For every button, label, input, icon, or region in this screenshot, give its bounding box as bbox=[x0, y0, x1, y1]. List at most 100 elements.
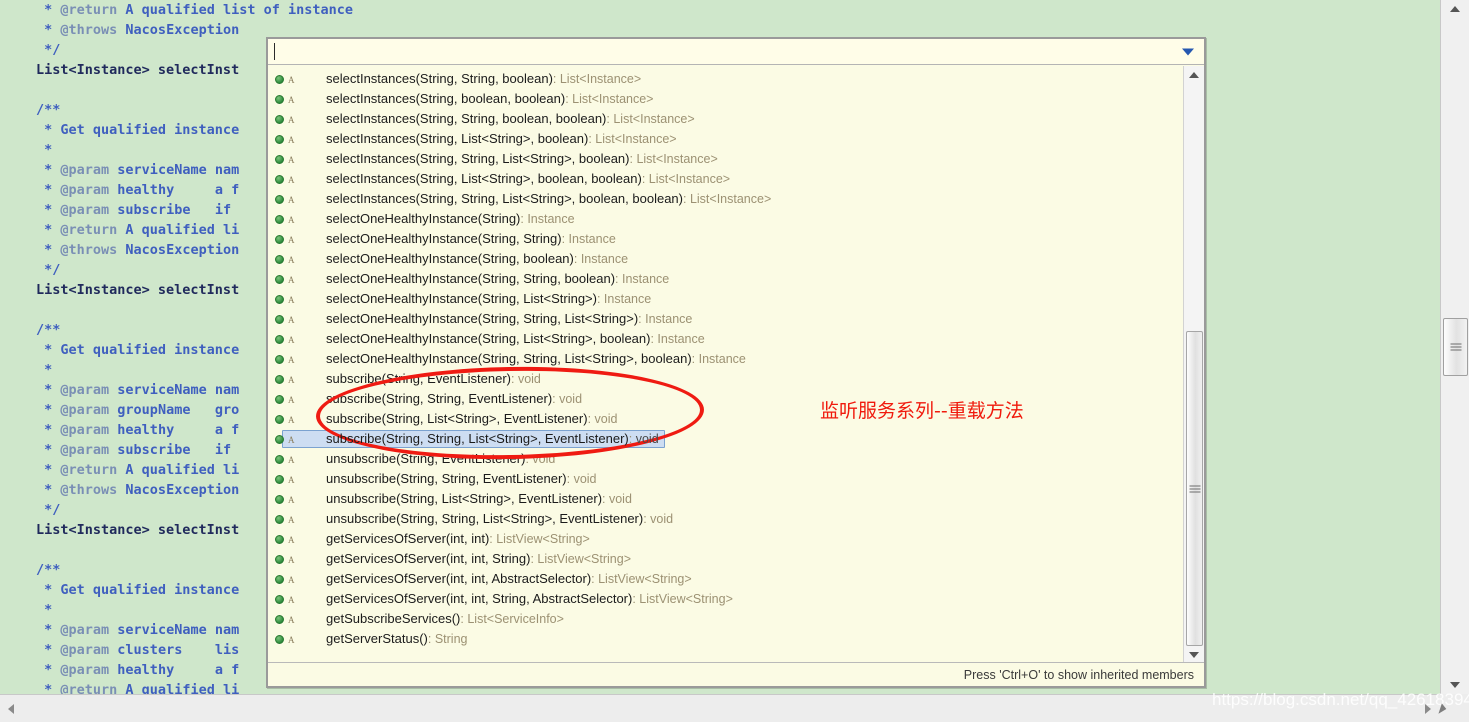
code-token: clusters lis bbox=[109, 642, 240, 658]
completion-item[interactable]: AselectInstances(String, List<String>, b… bbox=[268, 169, 1183, 189]
completion-item[interactable]: Asubscribe(String, EventListener)void bbox=[268, 369, 1183, 389]
completion-return-type: void bbox=[552, 389, 582, 409]
method-green-dot-icon bbox=[275, 335, 284, 344]
completion-item[interactable]: AgetServicesOfServer(int, int, AbstractS… bbox=[268, 569, 1183, 589]
completion-signature: selectInstances(String, List<String>, bo… bbox=[326, 131, 589, 146]
code-token: @param bbox=[60, 422, 110, 438]
completion-signature: unsubscribe(String, String, List<String>… bbox=[326, 511, 644, 526]
scroll-right-arrow-icon[interactable] bbox=[1417, 695, 1439, 722]
abstract-marker-icon: A bbox=[288, 615, 295, 625]
completion-vertical-scrollbar[interactable] bbox=[1183, 66, 1204, 663]
editor-vertical-scrollbar[interactable] bbox=[1440, 0, 1469, 694]
completion-signature: selectInstances(String, String, boolean,… bbox=[326, 111, 607, 126]
completion-item[interactable]: AselectInstances(String, List<String>, b… bbox=[268, 129, 1183, 149]
completion-item[interactable]: AselectOneHealthyInstance(String, String… bbox=[268, 229, 1183, 249]
completion-signature: getServerStatus() bbox=[326, 631, 428, 646]
abstract-marker-icon: A bbox=[288, 335, 295, 345]
completion-signature: selectInstances(String, boolean, boolean… bbox=[326, 91, 566, 106]
code-token: subscribe if bbox=[109, 442, 232, 458]
completion-return-type: Instance bbox=[562, 229, 616, 249]
completion-item[interactable]: Asubscribe(String, List<String>, EventLi… bbox=[268, 409, 1183, 429]
code-token: * bbox=[36, 22, 61, 38]
scroll-left-arrow-icon[interactable] bbox=[0, 695, 22, 722]
scroll-up-arrow-icon[interactable] bbox=[1441, 0, 1469, 18]
completion-signature: getSubscribeServices() bbox=[326, 611, 461, 626]
completion-item[interactable]: Aunsubscribe(String, String, List<String… bbox=[268, 509, 1183, 529]
chevron-down-icon[interactable] bbox=[1182, 48, 1194, 55]
code-token: @return bbox=[60, 2, 118, 18]
completion-item[interactable]: AselectInstances(String, String, boolean… bbox=[268, 69, 1183, 89]
scroll-down-arrow-icon[interactable] bbox=[1441, 676, 1469, 694]
completion-item[interactable]: AselectOneHealthyInstance(String, boolea… bbox=[268, 249, 1183, 269]
completion-item[interactable]: AselectOneHealthyInstance(String, List<S… bbox=[268, 329, 1183, 349]
abstract-marker-icon: A bbox=[288, 355, 295, 365]
abstract-marker-icon: A bbox=[288, 275, 295, 285]
completion-filter-row[interactable] bbox=[268, 39, 1204, 65]
code-token: List<Instance> selectInst bbox=[36, 282, 240, 298]
abstract-marker-icon: A bbox=[288, 215, 295, 225]
completion-signature: selectOneHealthyInstance(String, List<St… bbox=[326, 331, 651, 346]
completion-return-type: Instance bbox=[692, 349, 746, 369]
abstract-marker-icon: A bbox=[288, 95, 295, 105]
completion-item[interactable]: AgetSubscribeServices()List<ServiceInfo> bbox=[268, 609, 1183, 629]
completion-scroll-thumb[interactable] bbox=[1186, 331, 1203, 646]
method-green-dot-icon bbox=[275, 395, 284, 404]
completion-signature: getServicesOfServer(int, int, String) bbox=[326, 551, 531, 566]
screen-root: * @return A qualified list of instance *… bbox=[0, 0, 1469, 722]
completion-item[interactable]: AselectInstances(String, String, List<St… bbox=[268, 189, 1183, 209]
completion-item[interactable]: AgetServicesOfServer(int, int, String, A… bbox=[268, 589, 1183, 609]
code-token: @param bbox=[60, 402, 110, 418]
completion-item[interactable]: Aunsubscribe(String, EventListener)void bbox=[268, 449, 1183, 469]
abstract-marker-icon: A bbox=[288, 75, 295, 85]
completion-item[interactable]: AselectInstances(String, String, boolean… bbox=[268, 109, 1183, 129]
editor-vertical-scroll-thumb[interactable] bbox=[1443, 318, 1468, 376]
code-token: * bbox=[36, 422, 61, 438]
abstract-marker-icon: A bbox=[288, 115, 295, 125]
completion-signature: selectOneHealthyInstance(String, String) bbox=[326, 231, 562, 246]
completion-list[interactable]: AselectInstances(String, String, boolean… bbox=[268, 66, 1183, 649]
completion-item[interactable]: AselectOneHealthyInstance(String, String… bbox=[268, 269, 1183, 289]
completion-item[interactable]: AselectOneHealthyInstance(String, String… bbox=[268, 349, 1183, 369]
method-green-dot-icon bbox=[275, 355, 284, 364]
list-scroll-up-arrow-icon[interactable] bbox=[1184, 66, 1204, 83]
completion-item[interactable]: AgetServicesOfServer(int, int)ListView<S… bbox=[268, 529, 1183, 549]
completion-item[interactable]: AselectInstances(String, String, List<St… bbox=[268, 149, 1183, 169]
code-token: * Get qualified instance bbox=[36, 582, 240, 598]
code-token: @param bbox=[60, 182, 110, 198]
completion-item[interactable]: AselectOneHealthyInstance(String)Instanc… bbox=[268, 209, 1183, 229]
completion-item[interactable]: AselectOneHealthyInstance(String, String… bbox=[268, 309, 1183, 329]
abstract-marker-icon: A bbox=[288, 535, 295, 545]
completion-return-type: void bbox=[602, 489, 632, 509]
method-green-dot-icon bbox=[275, 535, 284, 544]
abstract-marker-icon: A bbox=[288, 195, 295, 205]
code-token: * bbox=[36, 382, 61, 398]
completion-signature: selectOneHealthyInstance(String) bbox=[326, 211, 521, 226]
code-token: * bbox=[36, 182, 61, 198]
code-token: healthy a f bbox=[109, 422, 240, 438]
abstract-marker-icon: A bbox=[288, 575, 295, 585]
completion-item[interactable]: Aunsubscribe(String, String, EventListen… bbox=[268, 469, 1183, 489]
abstract-marker-icon: A bbox=[288, 415, 295, 425]
code-token: /** bbox=[36, 322, 61, 338]
completion-signature: selectOneHealthyInstance(String, String,… bbox=[326, 271, 616, 286]
code-token: @param bbox=[60, 202, 110, 218]
method-green-dot-icon bbox=[275, 435, 284, 444]
completion-item[interactable]: AselectInstances(String, boolean, boolea… bbox=[268, 89, 1183, 109]
completion-item[interactable]: AgetServerStatus()String bbox=[268, 629, 1183, 649]
code-token: @return bbox=[60, 462, 118, 478]
code-token: @param bbox=[60, 622, 110, 638]
code-token: @param bbox=[60, 442, 110, 458]
completion-return-type: void bbox=[588, 409, 618, 429]
abstract-marker-icon: A bbox=[288, 515, 295, 525]
completion-item[interactable]: Asubscribe(String, String, EventListener… bbox=[268, 389, 1183, 409]
editor-horizontal-scrollbar[interactable] bbox=[0, 694, 1469, 722]
completion-item[interactable]: AgetServicesOfServer(int, int, String)Li… bbox=[268, 549, 1183, 569]
method-green-dot-icon bbox=[275, 235, 284, 244]
completion-list-viewport[interactable]: AselectInstances(String, String, boolean… bbox=[268, 66, 1204, 663]
method-green-dot-icon bbox=[275, 155, 284, 164]
completion-item[interactable]: Asubscribe(String, String, List<String>,… bbox=[268, 429, 1183, 449]
completion-item[interactable]: AselectOneHealthyInstance(String, List<S… bbox=[268, 289, 1183, 309]
list-scroll-down-arrow-icon[interactable] bbox=[1184, 646, 1204, 663]
code-token: serviceName nam bbox=[109, 162, 240, 178]
completion-item[interactable]: Aunsubscribe(String, List<String>, Event… bbox=[268, 489, 1183, 509]
